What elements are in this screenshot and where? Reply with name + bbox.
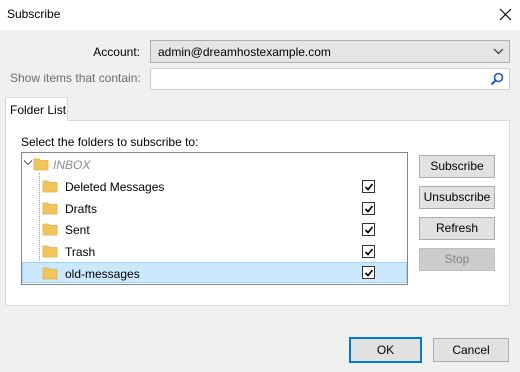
tree-label-inbox: INBOX	[53, 158, 91, 172]
subscribe-checkbox[interactable]	[362, 266, 375, 279]
tree-label: Deleted Messages	[65, 180, 165, 194]
tree-label: Trash	[65, 245, 96, 259]
folders-instruction: Select the folders to subscribe to:	[21, 135, 199, 149]
folder-icon	[42, 267, 58, 280]
account-value: admin@dreamhostexample.com	[158, 45, 331, 59]
folder-tree[interactable]: INBOX Deleted Messages Drafts Sent Trash…	[21, 152, 408, 285]
folder-icon	[42, 180, 58, 193]
unsubscribe-button[interactable]: Unsubscribe	[419, 186, 495, 209]
tree-row[interactable]: Trash	[22, 241, 407, 262]
account-label: Account:	[93, 45, 140, 59]
chevron-down-icon	[493, 48, 504, 55]
filter-input[interactable]	[150, 68, 510, 90]
folder-icon	[42, 202, 58, 215]
checkmark-icon	[364, 226, 374, 234]
stop-button[interactable]: Stop	[419, 248, 495, 271]
search-icon[interactable]	[490, 72, 504, 86]
tree-row-inbox[interactable]: INBOX	[22, 154, 407, 175]
tab-folder-list-label: Folder List	[10, 103, 67, 117]
tree-row-selected[interactable]: old-messages	[22, 262, 407, 283]
checkmark-icon	[364, 248, 374, 256]
ok-button[interactable]: OK	[349, 337, 422, 363]
folder-icon	[42, 245, 58, 258]
subscribe-checkbox[interactable]	[362, 223, 375, 236]
chevron-down-icon[interactable]	[23, 159, 33, 167]
folder-icon	[33, 158, 49, 171]
subscribe-checkbox[interactable]	[362, 180, 375, 193]
filter-label: Show items that contain:	[10, 71, 141, 85]
tree-row[interactable]: Sent	[22, 219, 407, 240]
title-bar: Subscribe	[0, 0, 520, 30]
tree-label: Drafts	[65, 202, 98, 216]
refresh-button[interactable]: Refresh	[419, 217, 495, 240]
subscribe-checkbox[interactable]	[362, 245, 375, 258]
checkmark-icon	[364, 183, 374, 191]
close-button[interactable]	[490, 0, 520, 30]
checkmark-icon	[364, 269, 374, 277]
close-icon	[499, 8, 512, 21]
subscribe-button[interactable]: Subscribe	[419, 155, 495, 178]
tree-row[interactable]: Deleted Messages	[22, 176, 407, 197]
checkmark-icon	[364, 205, 374, 213]
tree-label: old-messages	[65, 267, 140, 281]
tab-folder-list[interactable]: Folder List	[5, 97, 68, 121]
tree-row[interactable]: Drafts	[22, 198, 407, 219]
cancel-button[interactable]: Cancel	[433, 338, 509, 362]
tree-label: Sent	[65, 223, 90, 237]
account-dropdown[interactable]: admin@dreamhostexample.com	[150, 40, 510, 63]
folder-icon	[42, 223, 58, 236]
window-title: Subscribe	[7, 7, 61, 21]
subscribe-checkbox[interactable]	[362, 202, 375, 215]
